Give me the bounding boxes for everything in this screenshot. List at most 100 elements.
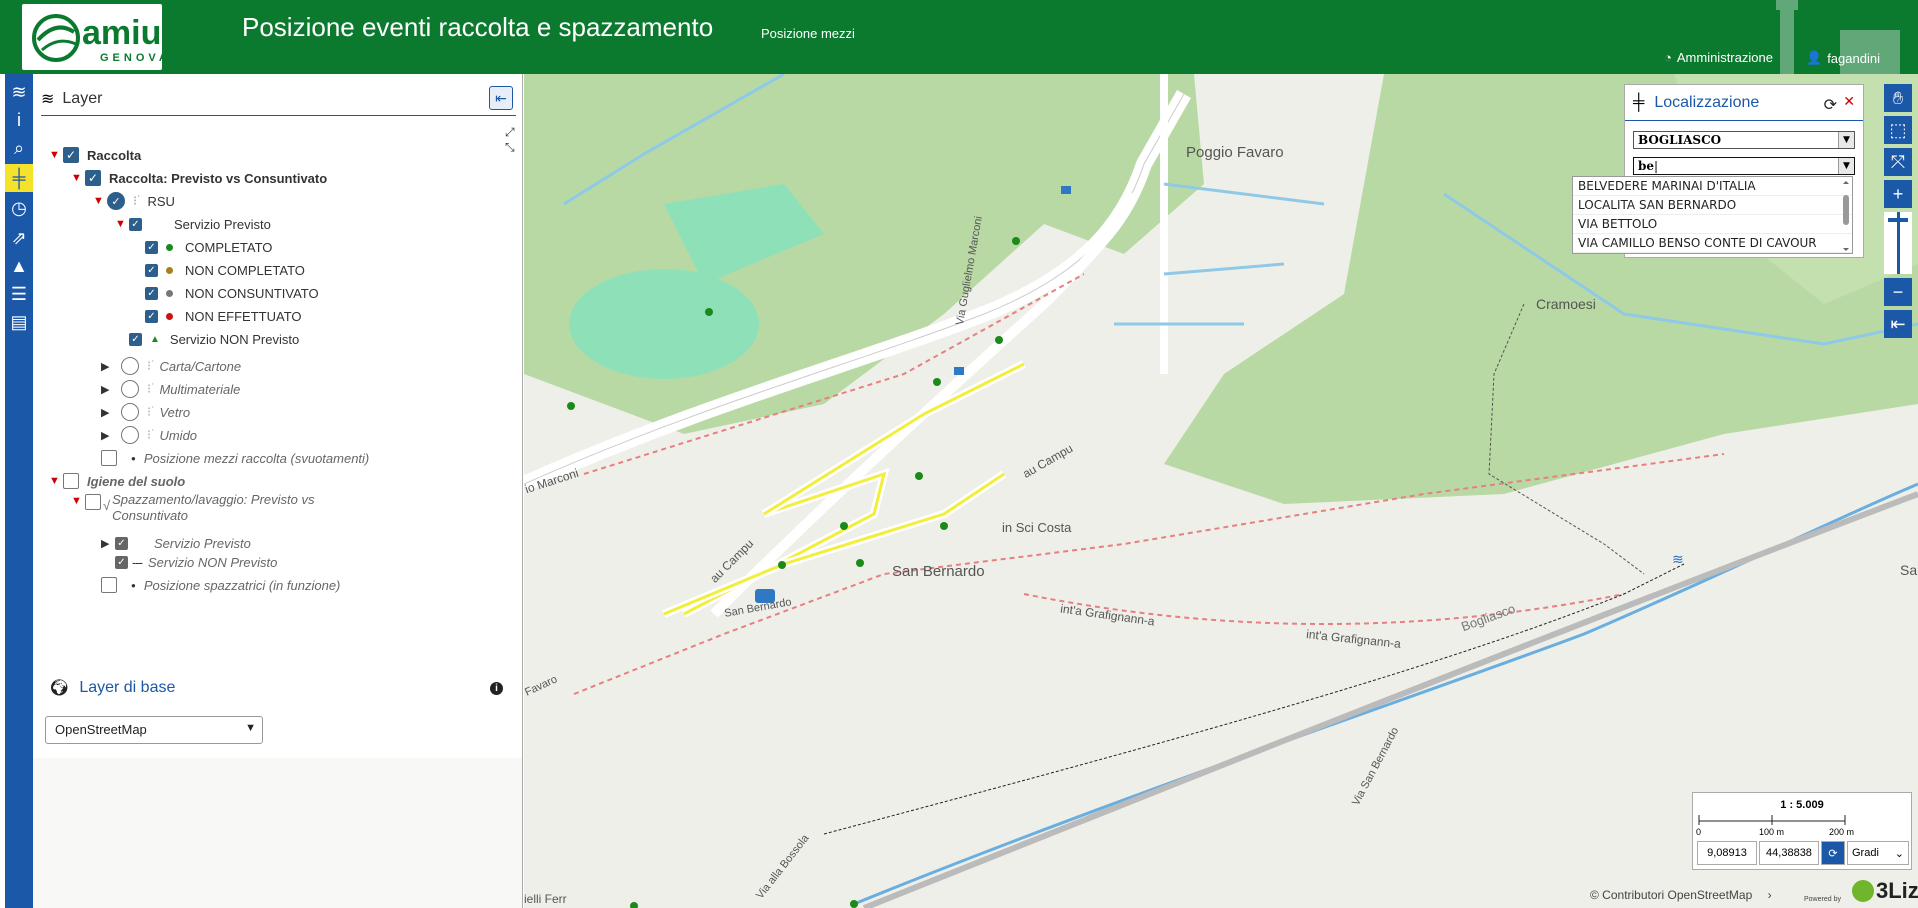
expand-toggle[interactable]: ▼ — [115, 218, 129, 230]
close-icon[interactable]: ✕ — [1843, 93, 1855, 110]
info-circle-icon[interactable]: i — [490, 682, 503, 695]
checkbox[interactable]: ✓ — [63, 147, 79, 163]
radio[interactable] — [121, 380, 139, 398]
point-symbol-icon: ⁝˙ — [147, 404, 156, 419]
tree-item-raccolta[interactable]: ▼ ✓ Raccolta — [49, 144, 141, 166]
pan-hand-icon[interactable]: ✋︎ — [1884, 84, 1912, 112]
localizzazione-title: Localizzazione — [1654, 93, 1760, 111]
refresh-coords-icon[interactable]: ⟳ — [1821, 841, 1845, 865]
latitude-field[interactable]: 44,38838 — [1759, 841, 1819, 865]
map-label-poggio-favaro: Poggio Favaro — [1186, 144, 1284, 161]
checkbox[interactable]: ✓ — [145, 240, 158, 254]
tree-label: Raccolta — [87, 147, 142, 163]
base-layer-select[interactable]: OpenStreetMap ▼ — [45, 716, 263, 744]
checkbox[interactable]: ✓ — [129, 217, 142, 231]
zoom-out-icon[interactable]: − — [1884, 278, 1912, 306]
suggestion-item[interactable]: VIA CAMILLO BENSO CONTE DI CAVOUR — [1573, 234, 1852, 253]
expand-toggle[interactable]: ▶ — [101, 383, 115, 396]
app-header: amiu GENOVA Posizione eventi raccolta e … — [0, 0, 1918, 74]
legend-non-effettuato[interactable]: ✓ NON EFFETTUATO — [145, 305, 302, 327]
radio[interactable]: ✓ — [107, 192, 125, 210]
tree-item-posizione-spazzatrici[interactable]: ● Posizione spazzatrici (in funzione) — [101, 574, 340, 596]
logo-subtext: GENOVA — [100, 52, 171, 64]
tree-item-carta[interactable]: ▶ ⁝˙ Carta/Cartone — [101, 355, 241, 377]
longitude-field[interactable]: 9,08913 — [1697, 841, 1757, 865]
collapse-panel-button[interactable]: ⇤ — [489, 86, 513, 110]
legend-non-completato[interactable]: ✓ NON COMPLETATO — [145, 259, 305, 281]
suggestion-item[interactable]: LOCALITA SAN BERNARDO — [1573, 196, 1852, 215]
chevron-down-icon: ▼ — [1838, 132, 1854, 148]
checkbox[interactable]: ✓ — [145, 286, 158, 300]
info-icon[interactable]: i — [5, 106, 33, 134]
radio[interactable] — [121, 426, 139, 444]
checkbox[interactable] — [63, 473, 79, 489]
locate-icon[interactable]: ╪ — [5, 164, 33, 192]
tree-item-servizio-previsto[interactable]: ▼ ✓ Servizio Previsto — [115, 213, 271, 235]
tree-item-spaz-non-previsto[interactable]: ✓ --- Servizio NON Previsto — [115, 551, 277, 573]
user-name: fagandini — [1827, 50, 1880, 66]
bullet-icon: ● — [131, 453, 136, 463]
map-attribution[interactable]: © Contributori OpenStreetMap › — [1590, 888, 1772, 902]
expand-toggle[interactable]: ▼ — [49, 475, 63, 487]
zoom-box-icon[interactable]: ⬚ — [1884, 116, 1912, 144]
tree-item-servizio-non-previsto[interactable]: ✓ ▲ Servizio NON Previsto — [129, 328, 299, 350]
units-select[interactable]: Gradi ⌄ — [1847, 841, 1909, 865]
search-icon[interactable]: ⌕ — [5, 134, 33, 162]
previous-view-icon[interactable]: ⇤ — [1884, 310, 1912, 338]
tree-item-spazzamento[interactable]: ▼ √ Spazzamento/lavaggio: Previsto vs Con… — [71, 492, 314, 528]
share-icon[interactable]: ⇗ — [5, 224, 33, 252]
checkbox[interactable]: ✓ — [115, 536, 128, 550]
clock-icon[interactable]: ◷ — [5, 194, 33, 222]
expand-toggle[interactable]: ▼ — [71, 495, 85, 507]
radio[interactable] — [121, 403, 139, 421]
chevron-down-icon: ⌄ — [1894, 847, 1904, 860]
suggestion-item[interactable]: VIA BETTOLO — [1573, 215, 1852, 234]
comune-select[interactable]: BOGLIASCO ▼ — [1633, 131, 1855, 149]
road-icon[interactable]: ▲ — [5, 252, 33, 280]
threeliz-logo[interactable]: 3Liz — [1852, 878, 1918, 904]
amiu-logo[interactable]: amiu GENOVA — [22, 4, 167, 70]
zoom-slider[interactable] — [1884, 212, 1912, 274]
expand-toggle[interactable]: ▶ — [101, 360, 115, 373]
zoom-slider-thumb[interactable] — [1888, 218, 1908, 222]
expand-toggle[interactable]: ▼ — [49, 149, 63, 161]
radio[interactable] — [121, 357, 139, 375]
expand-toggle[interactable]: ▼ — [93, 195, 107, 207]
zoom-extent-icon[interactable]: ⤧ — [1884, 148, 1912, 176]
tree-item-igiene[interactable]: ▼ Igiene del suolo — [49, 470, 185, 492]
checkbox[interactable] — [101, 450, 117, 466]
dropdown-scrollbar[interactable] — [1842, 181, 1850, 251]
logo-globe-icon — [32, 14, 80, 62]
map-tools: ✋︎ ⬚ ⤧ + − ⇤ — [1884, 84, 1912, 342]
suggestion-item[interactable]: BELVEDERE MARINAI D'ITALIA — [1573, 177, 1852, 196]
checkbox[interactable]: ✓ — [129, 332, 142, 346]
expand-toggle[interactable]: ▶ — [101, 406, 115, 419]
checkbox[interactable] — [85, 494, 101, 510]
legend-completato[interactable]: ✓ COMPLETATO — [145, 236, 272, 258]
scale-tick-0: 0 — [1696, 827, 1702, 837]
checkbox[interactable]: ✓ — [85, 170, 101, 186]
tree-item-rsu[interactable]: ▼ ✓ ⁝˙ RSU — [93, 190, 175, 212]
zoom-in-icon[interactable]: + — [1884, 180, 1912, 208]
tree-item-multimateriale[interactable]: ▶ ⁝˙ Multimateriale — [101, 378, 240, 400]
print-icon[interactable]: ▤ — [5, 308, 33, 336]
admin-link[interactable]: ◔ Amministrazione — [1664, 50, 1773, 65]
tree-item-raccolta-pvc[interactable]: ▼ ✓ Raccolta: Previsto vs Consuntivato — [71, 167, 327, 189]
user-menu[interactable]: 👤 fagandini — [1806, 50, 1880, 66]
checkbox[interactable] — [101, 577, 117, 593]
tree-item-umido[interactable]: ▶ ⁝˙ Umido — [101, 424, 197, 446]
tree-item-vetro[interactable]: ▶ ⁝˙ Vetro — [101, 401, 190, 423]
expand-collapse-all[interactable]: ⤢ ⤡ — [505, 125, 522, 155]
expand-toggle[interactable]: ▶ — [101, 429, 115, 442]
checkbox[interactable]: ✓ — [115, 555, 128, 569]
checkbox[interactable]: ✓ — [145, 263, 158, 277]
expand-toggle[interactable]: ▶ — [101, 537, 115, 550]
refresh-icon[interactable]: ⟳ — [1824, 95, 1837, 115]
list-icon[interactable]: ☰ — [5, 280, 33, 308]
address-search-input[interactable]: be| ▼ — [1633, 157, 1855, 175]
checkbox[interactable]: ✓ — [145, 309, 158, 323]
tree-item-posizione-mezzi[interactable]: ● Posizione mezzi raccolta (svuotamenti) — [101, 447, 369, 469]
expand-toggle[interactable]: ▼ — [71, 172, 85, 184]
legend-non-consuntivato[interactable]: ✓ NON CONSUNTIVATO — [145, 282, 319, 304]
layers-icon[interactable]: ≋ — [5, 78, 33, 106]
